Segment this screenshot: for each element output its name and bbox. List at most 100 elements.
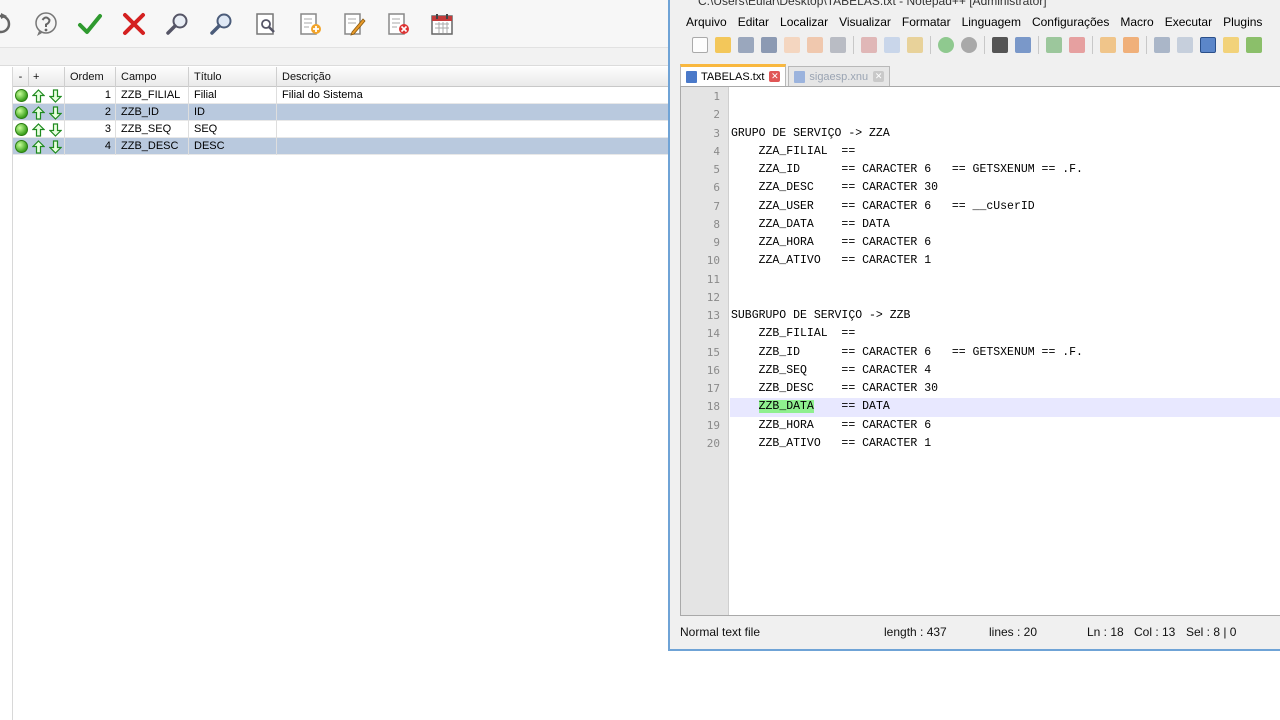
line-number: 11 [706, 272, 720, 286]
code-line[interactable]: ZZB_ID == CARACTER 6 == GETSXENUM == .F. [730, 344, 1280, 362]
column-header-ordem[interactable]: Ordem [65, 67, 116, 87]
row-actions [13, 104, 65, 121]
add-document-button[interactable] [292, 7, 328, 41]
code-line[interactable]: SUBGRUPO DE SERVIÇO -> ZZB [730, 307, 1280, 325]
move-up-icon[interactable] [31, 88, 45, 103]
table-row[interactable]: 4 ZZB_DESC DESC [13, 138, 670, 155]
menu-item-editar[interactable]: Editar [738, 15, 769, 29]
code-line[interactable]: ZZA_USER == CARACTER 6 == __cUserID [730, 198, 1280, 216]
code-line[interactable]: ZZA_ATIVO == CARACTER 1 [730, 252, 1280, 270]
close-tab-icon[interactable]: ✕ [769, 71, 781, 82]
table-row[interactable]: 1 ZZB_FILIAL Filial Filial do Sistema [13, 87, 670, 104]
text-editor[interactable]: 1 2 3 4 5 6 7 8 9 10 11 12 13 14 15 16 17 18 19 20 GRUPO DE… [680, 86, 1280, 616]
code-line[interactable]: ZZA_ID == CARACTER 6 == GETSXENUM == .F. [730, 161, 1280, 179]
menu-item-localizar[interactable]: Localizar [780, 15, 828, 29]
code-line[interactable]: GRUPO DE SERVIÇO -> ZZA [730, 125, 1280, 143]
code-line[interactable]: ZZB_ATIVO == CARACTER 1 [730, 435, 1280, 453]
search-button[interactable] [160, 7, 196, 41]
cancel-button[interactable] [116, 7, 152, 41]
code-line[interactable]: ZZB_DESC == CARACTER 30 [730, 380, 1280, 398]
menu-item-formatar[interactable]: Formatar [902, 15, 951, 29]
code-line[interactable]: ZZA_DATA == DATA [730, 216, 1280, 234]
tab-sigaesp[interactable]: sigaesp.xnu ✕ [788, 66, 891, 86]
table-row[interactable]: 3 ZZB_SEQ SEQ [13, 121, 670, 138]
status-bar: Normal text file length : 437 lines : 20… [670, 621, 1280, 643]
help-icon [35, 11, 57, 36]
sync-horizontal-icon[interactable] [1123, 37, 1139, 53]
paste-icon[interactable] [907, 37, 923, 53]
code-line[interactable]: ZZA_HORA == CARACTER 6 [730, 234, 1280, 252]
move-down-icon[interactable] [48, 139, 62, 154]
column-header-minus[interactable]: - [13, 67, 29, 87]
table-row[interactable]: 2 ZZB_ID ID [13, 104, 670, 121]
move-down-icon[interactable] [48, 105, 62, 120]
column-header-descricao[interactable]: Descrição [277, 67, 670, 87]
cut-icon[interactable] [861, 37, 877, 53]
close-file-icon[interactable] [784, 37, 800, 53]
show-all-chars-icon[interactable] [1177, 37, 1193, 53]
menu-item-macro[interactable]: Macro [1120, 15, 1153, 29]
code-line[interactable] [730, 88, 1280, 106]
code-area[interactable]: GRUPO DE SERVIÇO -> ZZA ZZA_FILIAL == ZZ… [730, 87, 1280, 615]
zoom-out-icon[interactable] [1069, 37, 1085, 53]
code-line[interactable] [730, 271, 1280, 289]
column-header-titulo[interactable]: Título [189, 67, 277, 87]
print-icon[interactable] [830, 37, 846, 53]
sync-vertical-icon[interactable] [1100, 37, 1116, 53]
refresh-button[interactable] [0, 7, 14, 41]
preview-button[interactable] [248, 7, 284, 41]
indent-guide-icon[interactable] [1200, 37, 1216, 53]
code-line[interactable]: ZZB_SEQ == CARACTER 4 [730, 362, 1280, 380]
redo-icon[interactable] [961, 37, 977, 53]
move-down-icon[interactable] [48, 122, 62, 137]
menu-item-linguagem[interactable]: Linguagem [962, 15, 1021, 29]
move-up-icon[interactable] [31, 122, 45, 137]
undo-icon[interactable] [938, 37, 954, 53]
move-up-icon[interactable] [31, 139, 45, 154]
cell-descricao [277, 121, 670, 138]
move-down-icon[interactable] [48, 88, 62, 103]
tab-tabelas[interactable]: TABELAS.txt ✕ [680, 64, 787, 86]
confirm-button[interactable] [72, 7, 108, 41]
close-tab-icon[interactable]: ✕ [873, 71, 885, 82]
code-line[interactable]: ZZB_DATA == DATA [730, 398, 1280, 417]
open-file-icon[interactable] [715, 37, 731, 53]
column-header-campo[interactable]: Campo [116, 67, 189, 87]
text-selection[interactable]: ZZB_DATA [758, 400, 814, 414]
menu-item-arquivo[interactable]: Arquivo [686, 15, 727, 29]
help-button[interactable] [28, 7, 64, 41]
menu-item-configura-es[interactable]: Configurações [1032, 15, 1109, 29]
edit-document-button[interactable] [336, 7, 372, 41]
close-all-icon[interactable] [807, 37, 823, 53]
move-up-icon[interactable] [31, 105, 45, 120]
replace-icon[interactable] [1015, 37, 1031, 53]
search-next-button[interactable] [204, 7, 240, 41]
cell-titulo: ID [189, 104, 277, 121]
grid-header: - + Ordem Campo Título Descrição [13, 67, 670, 87]
column-header-plus[interactable]: + [29, 67, 65, 87]
code-line[interactable]: ZZB_HORA == CARACTER 6 [730, 417, 1280, 435]
save-all-icon[interactable] [761, 37, 777, 53]
zoom-in-icon[interactable] [1046, 37, 1062, 53]
menu-item-plugins[interactable]: Plugins [1223, 15, 1262, 29]
code-line[interactable] [730, 289, 1280, 307]
line-number: 18 [706, 400, 720, 414]
code-line[interactable]: ZZA_DESC == CARACTER 30 [730, 179, 1280, 197]
search-icon [166, 13, 188, 35]
cell-titulo: DESC [189, 138, 277, 155]
code-line[interactable]: ZZA_FILIAL == [730, 143, 1280, 161]
code-line[interactable]: ZZB_FILIAL == [730, 325, 1280, 343]
function-list-icon[interactable] [1246, 37, 1262, 53]
delete-document-button[interactable] [380, 7, 416, 41]
find-icon[interactable] [992, 37, 1008, 53]
doc-map-icon[interactable] [1223, 37, 1239, 53]
menu-item-executar[interactable]: Executar [1165, 15, 1212, 29]
calendar-button[interactable] [424, 7, 460, 41]
grid-body: 1 ZZB_FILIAL Filial Filial do Sistema 2 ZZB_I… [13, 87, 670, 155]
menu-item-visualizar[interactable]: Visualizar [839, 15, 891, 29]
copy-icon[interactable] [884, 37, 900, 53]
word-wrap-icon[interactable] [1154, 37, 1170, 53]
new-file-icon[interactable] [692, 37, 708, 53]
save-icon[interactable] [738, 37, 754, 53]
code-line[interactable] [730, 106, 1280, 124]
